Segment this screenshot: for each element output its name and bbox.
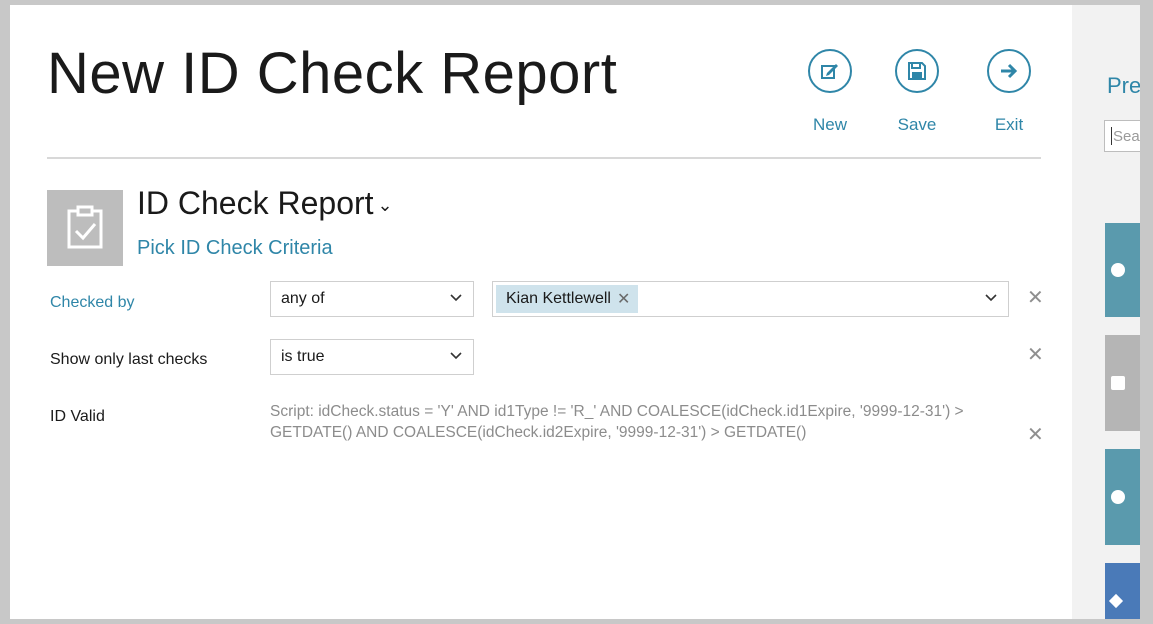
main-content: New ID Check Report New Save Exit ID Che… [10,5,1070,619]
save-button-label: Save [897,115,937,134]
close-icon[interactable]: ✕ [617,289,630,309]
checked-by-label[interactable]: Checked by [50,294,135,312]
header-divider [47,157,1041,159]
chevron-down-icon: ⌄ [377,195,393,216]
clipboard-check-icon [47,190,123,266]
close-icon: ✕ [1027,287,1044,309]
exit-button[interactable]: Exit [979,49,1039,135]
save-button[interactable]: Save [887,49,947,135]
text-caret [1111,127,1112,145]
remove-show-only-last-checks-button[interactable]: ✕ [1027,345,1044,365]
new-button-label: New [812,115,847,134]
id-valid-script: Script: idCheck.status = 'Y' AND id1Type… [270,403,964,441]
checked-by-operator-value: any of [281,290,325,307]
chevron-down-icon[interactable] [984,291,998,310]
preset-icon [1111,263,1125,277]
presets-panel: Pre Sear [1072,5,1140,619]
selected-user-tag: Kian Kettlewell ✕ [496,285,639,313]
chevron-down-icon [449,349,463,368]
preset-tile[interactable] [1105,449,1140,545]
presets-search-input[interactable]: Sear [1104,120,1140,152]
pick-criteria-link[interactable]: Pick ID Check Criteria [137,237,333,260]
presets-title: Pre [1107,73,1140,98]
presets-search-placeholder: Sear [1113,127,1140,145]
exit-button-label: Exit [994,115,1024,134]
show-only-last-checks-select[interactable]: is true [270,339,474,375]
preset-icon [1108,593,1124,609]
chevron-down-icon [449,291,463,310]
checked-by-operator-select[interactable]: any of [270,281,474,317]
remove-id-valid-button[interactable]: ✕ [1027,425,1044,445]
app-window: New ID Check Report New Save Exit ID Che… [10,5,1140,619]
edit-icon [808,49,852,93]
preset-tile[interactable] [1105,223,1140,317]
preset-icon [1111,490,1125,504]
preset-tile[interactable] [1105,563,1140,619]
selected-user-name: Kian Kettlewell [506,290,611,307]
report-type-selector[interactable]: ID Check Report ⌄ [137,185,393,222]
preset-tile[interactable] [1105,335,1140,431]
remove-checked-by-button[interactable]: ✕ [1027,288,1044,308]
id-valid-label: ID Valid [50,408,105,425]
close-icon: ✕ [1027,424,1044,446]
report-type-label: ID Check Report [137,185,374,221]
close-icon: ✕ [1027,344,1044,366]
new-button[interactable]: New [800,49,860,135]
checked-by-value-select[interactable]: Kian Kettlewell ✕ [492,281,1009,317]
page-title: New ID Check Report [47,41,618,106]
show-only-last-checks-label: Show only last checks [50,351,208,368]
show-only-last-checks-value: is true [281,348,325,365]
preset-icon [1111,376,1125,390]
arrow-right-icon [987,49,1031,93]
save-icon [895,49,939,93]
